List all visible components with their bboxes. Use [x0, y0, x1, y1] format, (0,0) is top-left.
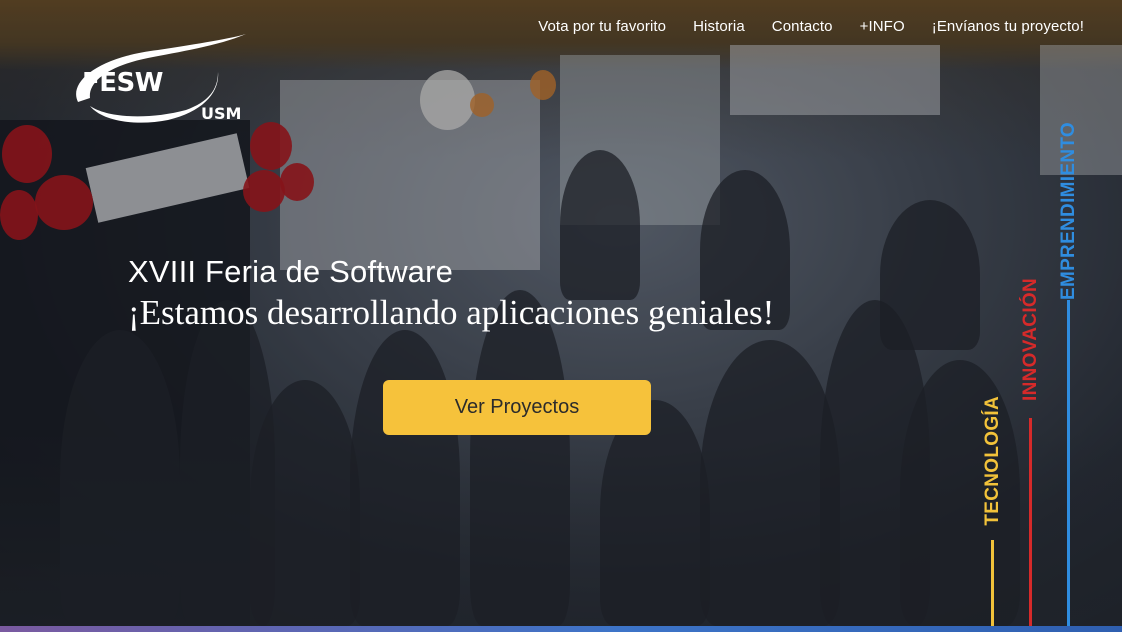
- pillar-line-innovacion: [1029, 418, 1032, 626]
- top-nav: Vota por tu favorito Historia Contacto +…: [538, 18, 1084, 35]
- hero-subtitle: ¡Estamos desarrollando aplicaciones geni…: [128, 293, 775, 332]
- logo-sub-text: USM: [201, 104, 242, 123]
- bottom-accent-bar: [0, 626, 1122, 632]
- pillar-line-emprendimiento: [1067, 300, 1070, 626]
- pillar-emprendimiento: EMPRENDIMIENTO: [1058, 122, 1079, 301]
- pillar-line-tecnologia: [991, 540, 994, 626]
- fesw-logo[interactable]: FESW USM: [68, 32, 258, 132]
- pillar-tecnologia: TECNOLOGÍA: [982, 396, 1003, 526]
- nav-info[interactable]: +INFO: [860, 18, 905, 35]
- hero-title: XVIII Feria de Software: [128, 254, 454, 289]
- nav-vota[interactable]: Vota por tu favorito: [538, 18, 666, 35]
- logo-main-text: FESW: [82, 68, 163, 98]
- nav-envianos[interactable]: ¡Envíanos tu proyecto!: [932, 18, 1084, 35]
- ver-proyectos-button[interactable]: Ver Proyectos: [383, 380, 651, 435]
- nav-historia[interactable]: Historia: [693, 18, 745, 35]
- nav-contacto[interactable]: Contacto: [772, 18, 833, 35]
- pillar-innovacion: INNOVACIÓN: [1020, 278, 1041, 401]
